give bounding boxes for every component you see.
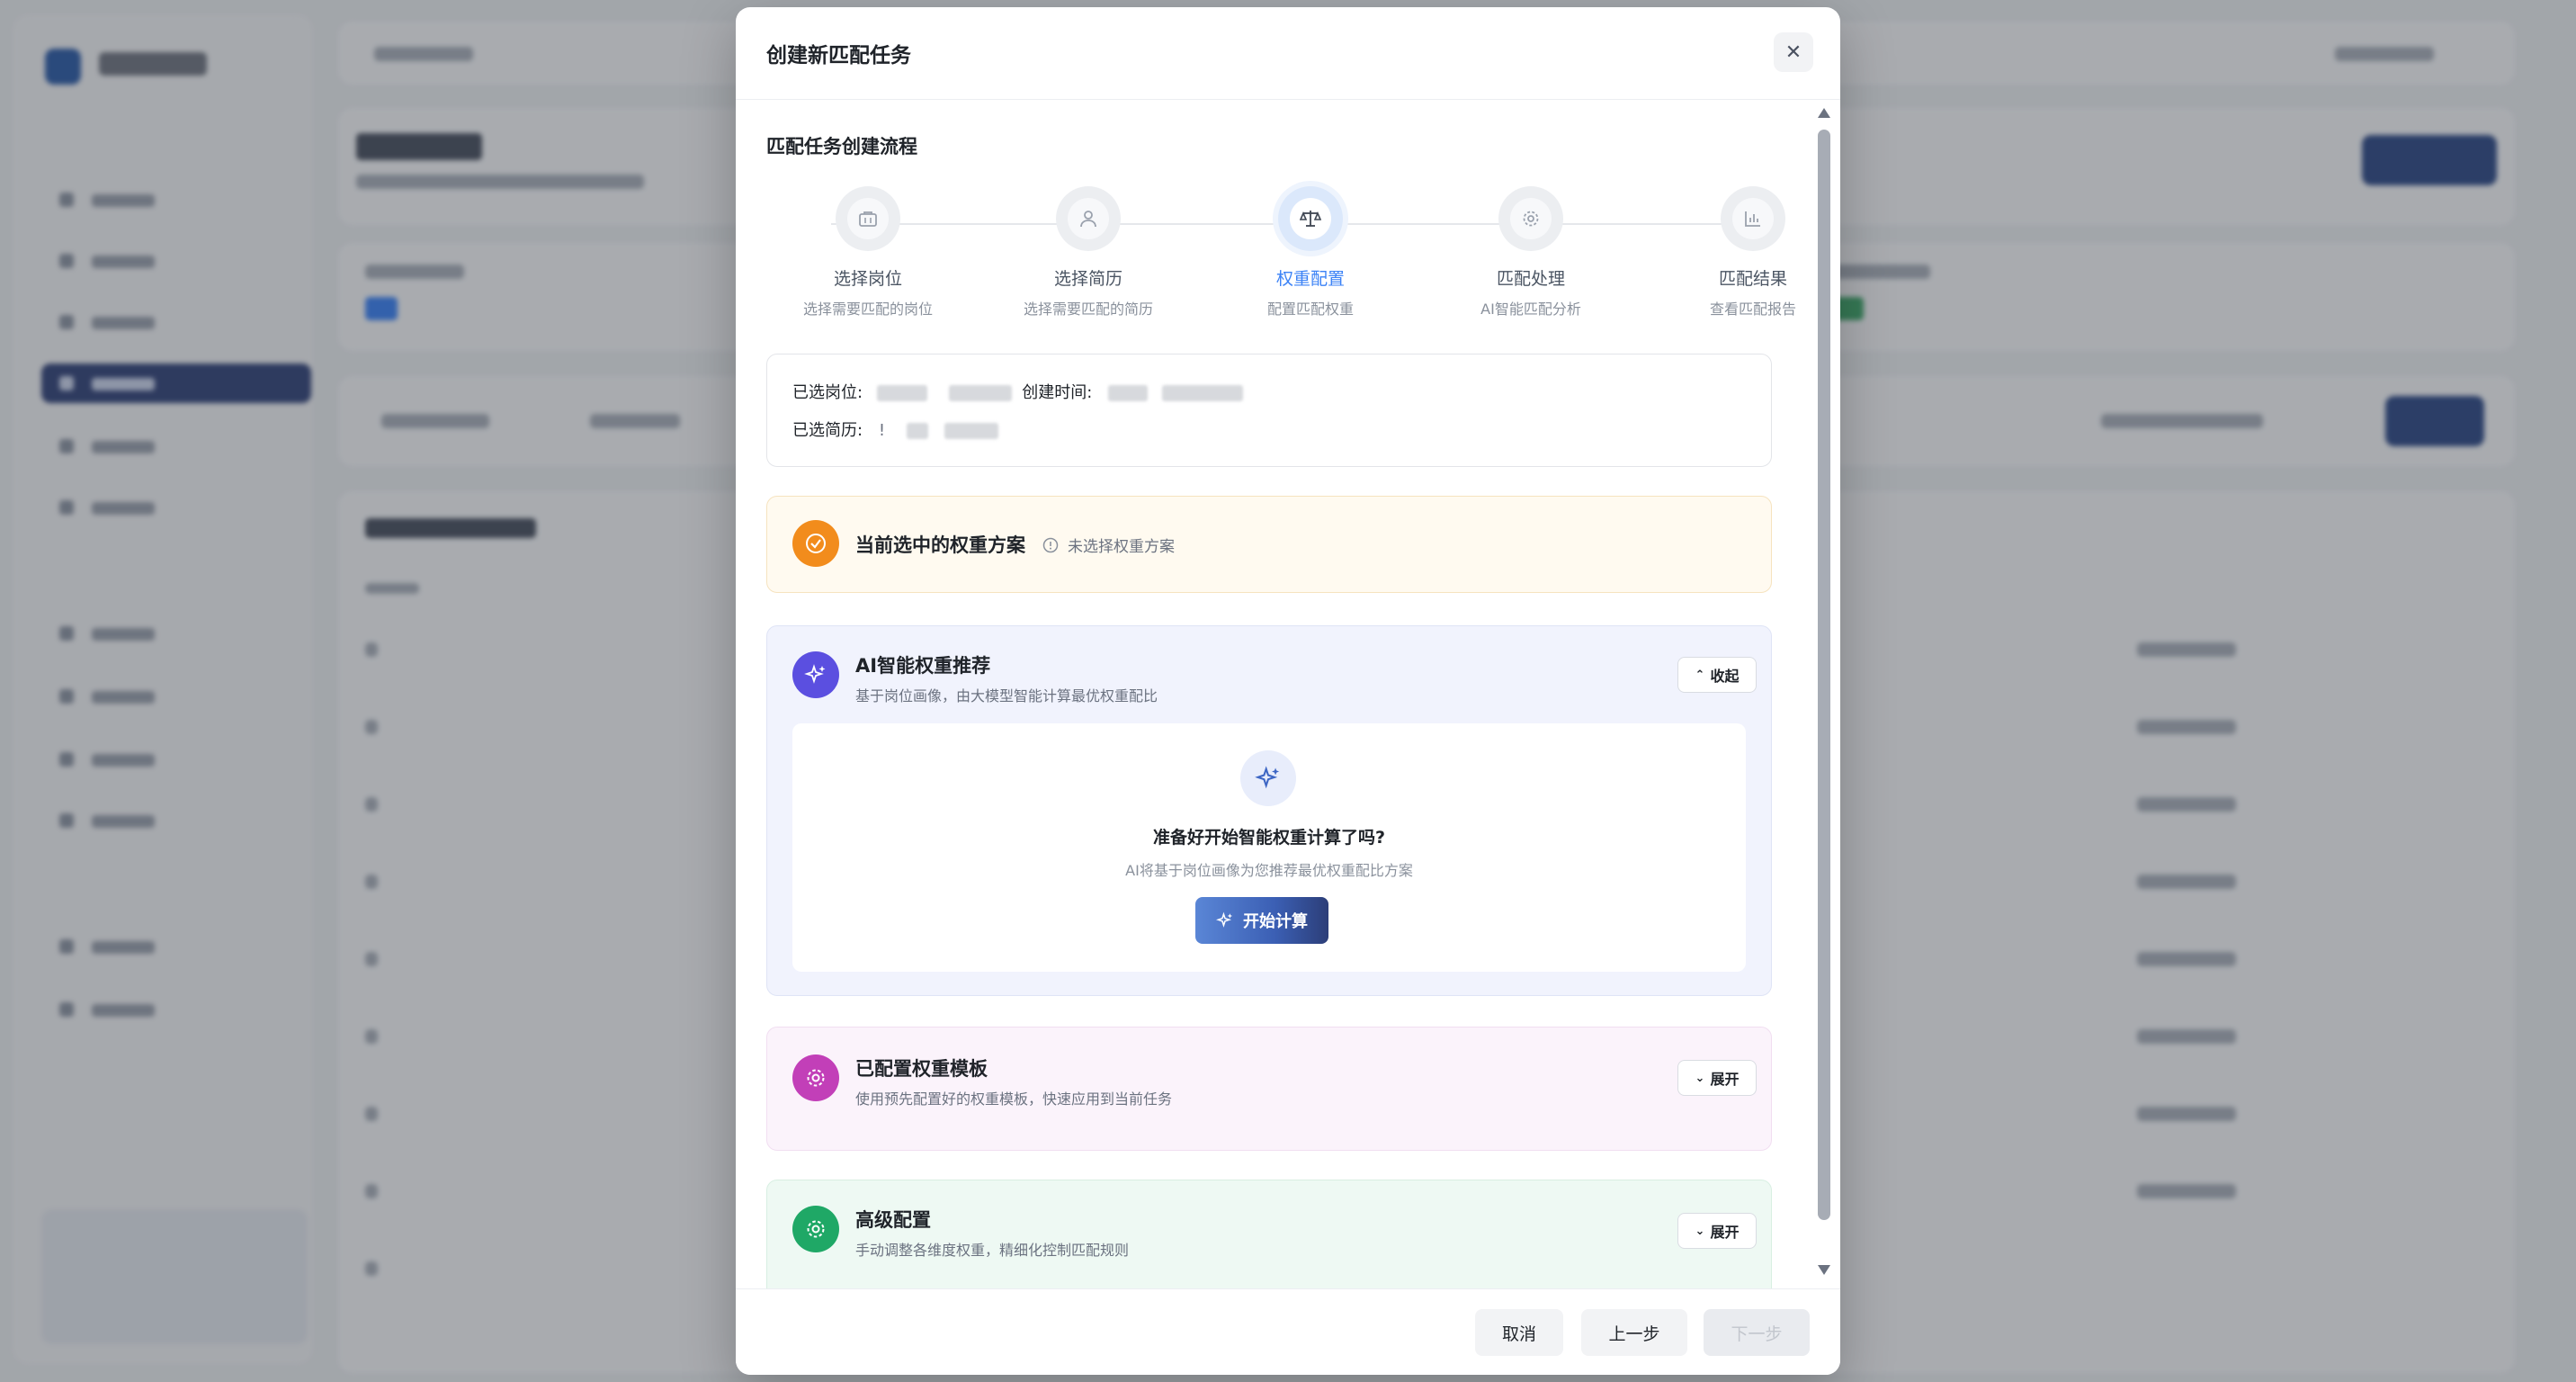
template-section-subtitle: 使用预先配置好的权重模板，快速应用到当前任务 [855,1090,1173,1108]
selected-position-row: 已选岗位: 创建时间: [792,380,1243,403]
advanced-config-section: 高级配置 手动调整各维度权重，精细化控制匹配规则 ⌄ 展开 [766,1180,1772,1289]
previous-step-label: 上一步 [1608,1324,1660,1344]
chevron-down-icon: ⌄ [1695,1071,1705,1085]
expand-label: 展开 [1710,1071,1740,1088]
step-sub: 选择需要匹配的岗位 [802,301,933,318]
flow-title: 匹配任务创建流程 [766,136,917,157]
expand-button[interactable]: ⌄ 展开 [1677,1213,1757,1249]
sparkles-icon [1240,750,1296,806]
expand-button[interactable]: ⌄ 展开 [1677,1060,1757,1096]
info-icon [1042,537,1059,552]
step-label: 匹配结果 [1718,269,1787,289]
step-sub: 配置匹配权重 [1266,301,1354,318]
start-calculation-button[interactable]: 开始计算 [1195,897,1328,944]
current-scheme-status-text: 未选择权重方案 [1068,538,1175,556]
step-label: 选择岗位 [833,269,902,289]
next-step-button[interactable]: 下一步 [1704,1309,1810,1356]
step-match-processing: 匹配处理 AI智能匹配分析 [1432,186,1630,319]
step-label: 选择简历 [1053,269,1123,289]
selected-position-label: 已选岗位: [792,383,863,402]
redacted-value [1108,385,1149,401]
resume-mark: ! [878,421,886,440]
step-sub: 选择需要匹配的简历 [1023,301,1153,318]
selection-summary: 已选岗位: 创建时间: 已选简历: ! [766,354,1772,467]
ai-prompt-title: 准备好开始智能权重计算了吗? [1152,828,1386,848]
bar-chart-icon [1732,198,1774,239]
collapse-button[interactable]: ⌃ 收起 [1677,657,1757,693]
created-time-label: 创建时间: [1022,383,1093,402]
chevron-down-icon: ⌄ [1695,1224,1705,1238]
step-weight-config: 权重配置 配置匹配权重 [1212,186,1409,319]
cancel-button[interactable]: 取消 [1475,1309,1563,1356]
ai-start-panel: 准备好开始智能权重计算了吗? AI将基于岗位画像为您推荐最优权重配比方案 开始计… [792,723,1746,972]
cancel-label: 取消 [1501,1324,1536,1344]
scale-icon [1290,198,1331,239]
sparkles-icon [792,651,839,698]
chevron-up-icon: ⌃ [1695,668,1705,682]
user-icon [1068,198,1109,239]
step-match-result: 匹配结果 查看匹配报告 [1654,186,1840,319]
ai-weight-recommendation-section: AI智能权重推荐 基于岗位画像，由大模型智能计算最优权重配比 ⌃ 收起 准备好开… [766,625,1772,996]
modal-header: 创建新匹配任务 ✕ [736,7,1840,100]
close-button[interactable]: ✕ [1774,32,1813,72]
check-circle-icon [792,520,839,567]
current-weight-scheme: 当前选中的权重方案 未选择权重方案 [766,496,1772,593]
ai-prompt-subtitle: AI将基于岗位画像为您推荐最优权重配比方案 [1125,862,1413,879]
redacted-value [876,385,927,401]
modal-body[interactable]: 匹配任务创建流程 选择岗位 选择需要匹配的岗位 选择简历 选择需要匹配的简历 权… [736,100,1840,1289]
redacted-value [1161,385,1243,401]
redacted-value [948,385,1012,401]
start-calculation-label: 开始计算 [1243,912,1308,931]
advanced-section-subtitle: 手动调整各维度权重，精细化控制匹配规则 [855,1242,1130,1259]
current-scheme-status: 未选择权重方案 [1042,534,1175,556]
gear-icon [792,1054,839,1101]
selected-resume-row: 已选简历: ! [792,417,998,441]
step-select-resume: 选择简历 选择需要匹配的简历 [989,186,1187,319]
template-section-title: 已配置权重模板 [855,1058,988,1080]
advanced-section-title: 高级配置 [855,1209,931,1231]
step-label: 匹配处理 [1496,269,1565,289]
selected-resume-label: 已选简历: [792,421,863,440]
next-step-label: 下一步 [1731,1324,1783,1344]
create-match-task-modal: 创建新匹配任务 ✕ 匹配任务创建流程 选择岗位 选择需要匹配的岗位 选择简历 选… [736,7,1840,1375]
step-label: 权重配置 [1275,269,1345,289]
collapse-label: 收起 [1710,668,1740,685]
redacted-value [906,423,928,439]
modal-title: 创建新匹配任务 [766,44,911,67]
close-icon: ✕ [1784,40,1802,64]
weight-template-section: 已配置权重模板 使用预先配置好的权重模板，快速应用到当前任务 ⌄ 展开 [766,1027,1772,1151]
step-sub: AI智能匹配分析 [1480,301,1581,318]
sparkles-icon [1216,911,1233,928]
ai-section-title: AI智能权重推荐 [855,655,991,677]
redacted-value [944,423,998,439]
expand-label: 展开 [1710,1224,1740,1241]
gear-icon [792,1206,839,1252]
step-select-position: 选择岗位 选择需要匹配的岗位 [769,186,967,319]
current-scheme-title: 当前选中的权重方案 [855,534,1025,556]
step-sub: 查看匹配报告 [1709,301,1796,318]
gear-icon [1510,198,1552,239]
previous-step-button[interactable]: 上一步 [1581,1309,1687,1356]
ai-section-subtitle: 基于岗位画像，由大模型智能计算最优权重配比 [855,687,1158,704]
modal-footer: 取消 上一步 下一步 [736,1288,1840,1375]
briefcase-icon [847,198,889,239]
